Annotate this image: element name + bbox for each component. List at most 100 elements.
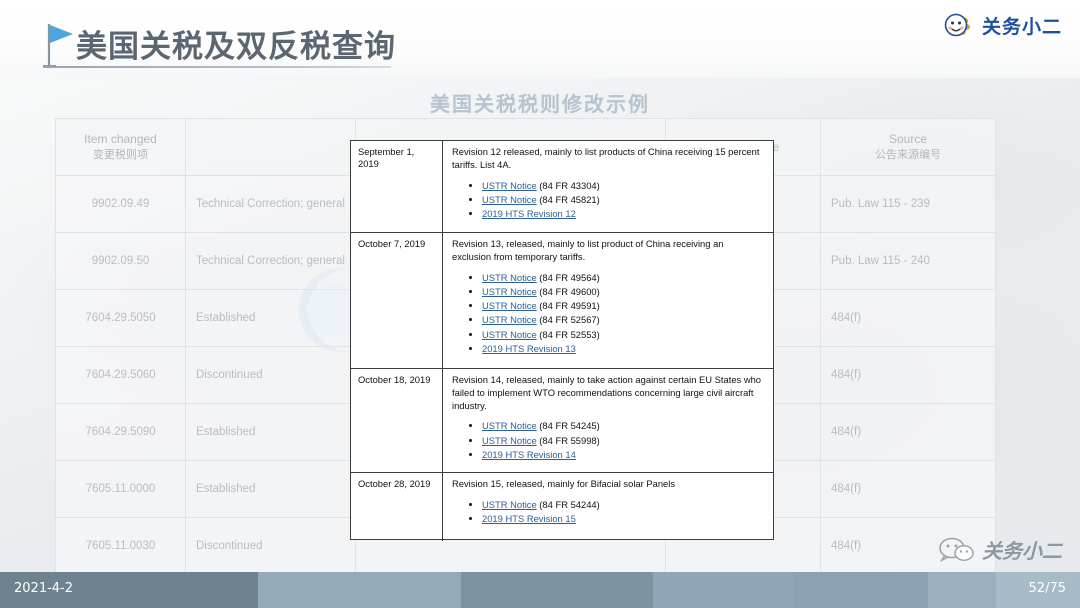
- cell-item: 7604.29.5090: [56, 404, 186, 461]
- overlay-link-list: USTR Notice (84 FR 54244)2019 HTS Revisi…: [452, 499, 765, 526]
- reference-note: (84 FR 49591): [537, 300, 600, 311]
- footer-seg-6: [928, 572, 996, 608]
- cell-item: 9902.09.49: [56, 176, 186, 233]
- reference-link[interactable]: USTR Notice: [482, 300, 537, 311]
- list-item: USTR Notice (84 FR 54245): [482, 420, 765, 433]
- reference-link[interactable]: USTR Notice: [482, 435, 537, 446]
- cell-nature-short: Established: [186, 290, 356, 347]
- reference-link[interactable]: USTR Notice: [482, 272, 537, 283]
- list-item: USTR Notice (84 FR 52553): [482, 329, 765, 342]
- list-item: USTR Notice (84 FR 52567): [482, 314, 765, 327]
- list-item: 2019 HTS Revision 12: [482, 208, 765, 221]
- overlay-body: Revision 13, released, mainly to list pr…: [443, 233, 773, 368]
- reference-note: (84 FR 54245): [537, 420, 600, 431]
- overlay-revision-row: October 18, 2019Revision 14, released, m…: [351, 369, 773, 473]
- overlay-description: Revision 14, released, mainly to take ac…: [452, 374, 765, 412]
- revision-detail-overlay: September 1, 2019 Revision 12 released, m…: [350, 140, 774, 540]
- wechat-icon: [939, 537, 975, 563]
- cell-item: 7605.11.0000: [56, 461, 186, 518]
- brand-text: 关务小二: [982, 12, 1062, 39]
- list-item: USTR Notice (84 FR 43304): [482, 180, 765, 193]
- cell-nature-short: Established: [186, 404, 356, 461]
- cell-item: 7605.11.0030: [56, 518, 186, 575]
- reference-link[interactable]: USTR Notice: [482, 314, 537, 325]
- brand-logo: 关务小二: [936, 8, 1062, 42]
- list-item: USTR Notice (84 FR 55998): [482, 435, 765, 448]
- overlay-description: Revision 12 released, mainly to list pro…: [452, 146, 765, 172]
- col-item-changed: Item changed 变更税则项: [56, 119, 186, 176]
- reference-note: (84 FR 52553): [537, 329, 600, 340]
- cell-nature-short: Technical Correction; general: [186, 176, 356, 233]
- footer-seg-3: [461, 572, 653, 608]
- cell-nature-short: Discontinued: [186, 518, 356, 575]
- cell-source: 484(f): [821, 461, 996, 518]
- overlay-link-list: USTR Notice (84 FR 54245)USTR Notice (84…: [452, 420, 765, 461]
- wechat-text: 关务小二: [982, 535, 1062, 564]
- cell-nature-short: Established: [186, 461, 356, 518]
- reference-link[interactable]: 2019 HTS Revision 12: [482, 208, 576, 219]
- cell-item: 7604.29.5060: [56, 347, 186, 404]
- page-title: 美国关税及双反税查询: [76, 21, 396, 66]
- slide-canvas: 美国关税及双反税查询 关务小二: [0, 0, 1080, 608]
- overlay-revision-row: September 1, 2019 Revision 12 released, m…: [351, 141, 773, 233]
- list-item: USTR Notice (84 FR 49600): [482, 286, 765, 299]
- cell-item: 9902.09.50: [56, 233, 186, 290]
- overlay-description: Revision 15, released, mainly for Bifaci…: [452, 478, 765, 491]
- cell-source: Pub. Law 115 - 239: [821, 176, 996, 233]
- reference-link[interactable]: USTR Notice: [482, 420, 537, 431]
- overlay-date: October 18, 2019: [351, 369, 443, 472]
- reference-link[interactable]: 2019 HTS Revision 15: [482, 513, 576, 524]
- list-item: USTR Notice (84 FR 45821): [482, 194, 765, 207]
- flag-icon: [42, 22, 76, 70]
- reference-note: (84 FR 45821): [537, 194, 600, 205]
- overlay-body: Revision 15, released, mainly for Bifaci…: [443, 473, 773, 541]
- footer-seg-2: [258, 572, 461, 608]
- overlay-description: Revision 13, released, mainly to list pr…: [452, 238, 765, 264]
- reference-note: (84 FR 49564): [537, 272, 600, 283]
- cell-source: 484(f): [821, 347, 996, 404]
- col-source: Source 公告来源编号: [821, 119, 996, 176]
- cell-nature-short: Technical Correction; general: [186, 233, 356, 290]
- slide-footer: 2021-4-2 52/75: [0, 572, 1080, 608]
- reference-link[interactable]: USTR Notice: [482, 286, 537, 297]
- slide-heading: 美国关税税则修改示例: [0, 88, 1080, 117]
- overlay-body: Revision 12 released, mainly to list pro…: [443, 141, 773, 232]
- cell-source: 484(f): [821, 290, 996, 347]
- col-blank: [186, 119, 356, 176]
- list-item: USTR Notice (84 FR 49591): [482, 300, 765, 313]
- overlay-link-list: USTR Notice (84 FR 43304)USTR Notice (84…: [452, 180, 765, 221]
- col-item-changed-cn: 变更税则项: [66, 148, 175, 163]
- overlay-link-list: USTR Notice (84 FR 49564)USTR Notice (84…: [452, 272, 765, 356]
- list-item: 2019 HTS Revision 15: [482, 513, 765, 526]
- list-item: USTR Notice (84 FR 54244): [482, 499, 765, 512]
- reference-link[interactable]: 2019 HTS Revision 14: [482, 449, 576, 460]
- cell-source: Pub. Law 115 - 240: [821, 233, 996, 290]
- reference-note: (84 FR 54244): [537, 499, 600, 510]
- footer-page-number: 52/75: [1029, 581, 1066, 596]
- reference-note: (84 FR 49600): [537, 286, 600, 297]
- reference-link[interactable]: USTR Notice: [482, 194, 537, 205]
- cell-source: 484(f): [821, 404, 996, 461]
- overlay-date: October 28, 2019: [351, 473, 443, 541]
- wechat-watermark: 关务小二: [939, 535, 1062, 564]
- reference-note: (84 FR 52567): [537, 314, 600, 325]
- footer-seg-5: [793, 572, 928, 608]
- mascot-icon: [936, 8, 976, 42]
- reference-link[interactable]: 2019 HTS Revision 13: [482, 343, 576, 354]
- col-source-cn: 公告来源编号: [831, 148, 985, 163]
- overlay-date: October 7, 2019: [351, 233, 443, 368]
- overlay-body: Revision 14, released, mainly to take ac…: [443, 369, 773, 472]
- cell-nature-short: Discontinued: [186, 347, 356, 404]
- list-item: 2019 HTS Revision 13: [482, 343, 765, 356]
- reference-link[interactable]: USTR Notice: [482, 329, 537, 340]
- list-item: 2019 HTS Revision 14: [482, 449, 765, 462]
- overlay-date: September 1, 2019: [351, 141, 443, 232]
- cell-item: 7604.29.5050: [56, 290, 186, 347]
- footer-seg-4: [653, 572, 793, 608]
- reference-note: (84 FR 55998): [537, 435, 600, 446]
- overlay-revision-row: October 7, 2019 Revision 13, released, ma…: [351, 233, 773, 369]
- reference-link[interactable]: USTR Notice: [482, 180, 537, 191]
- reference-link[interactable]: USTR Notice: [482, 499, 537, 510]
- title-underline: [43, 66, 391, 68]
- slide-header: 美国关税及双反税查询 关务小二: [0, 0, 1080, 78]
